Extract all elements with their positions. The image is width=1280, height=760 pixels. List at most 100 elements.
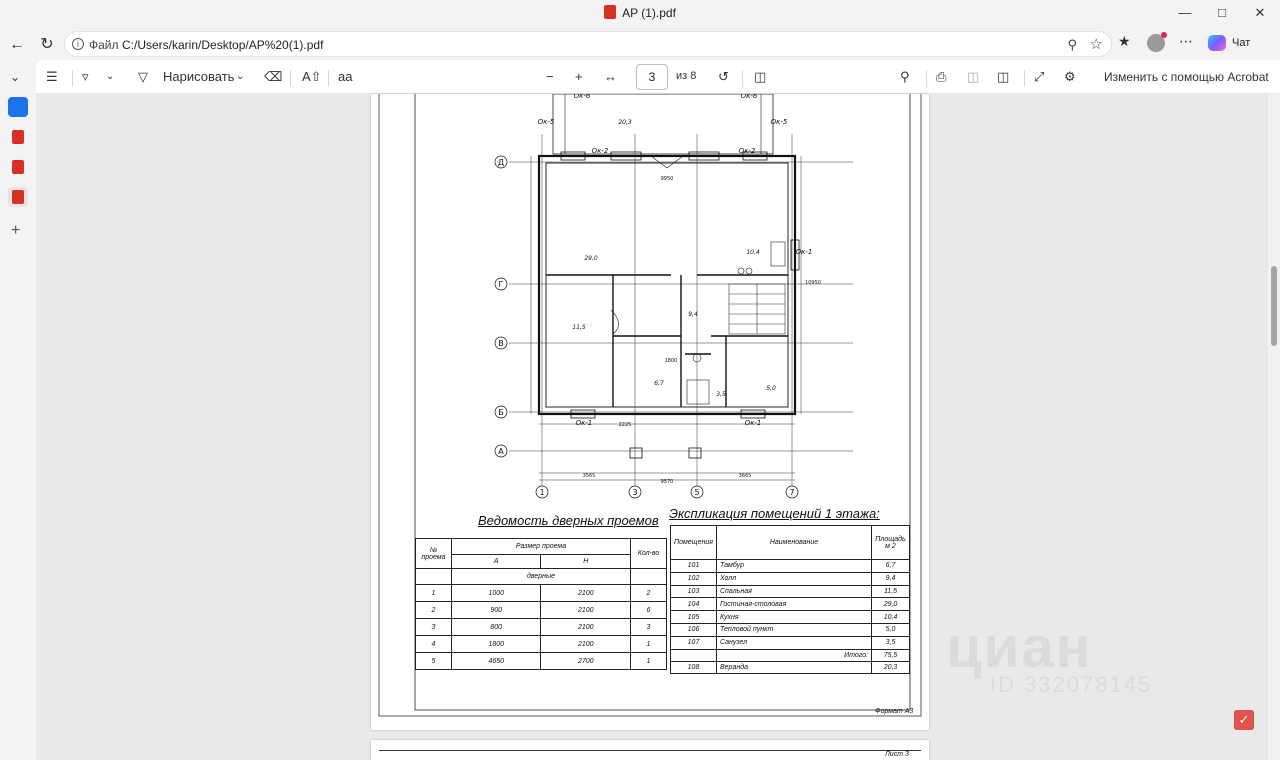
window-mark: Ок-5 — [771, 118, 788, 126]
rooms-total-label: Итого: — [716, 648, 872, 662]
zoom-icon[interactable]: ⚲ — [1067, 37, 1077, 53]
copilot-icon[interactable] — [1208, 35, 1226, 51]
chevron-down-icon[interactable]: ⌄ — [10, 70, 20, 84]
room-area-label: 3,5 — [716, 391, 726, 398]
page-number-input[interactable]: 3 — [636, 64, 668, 90]
more-icon[interactable]: ⋯ — [1179, 33, 1193, 50]
doors-cell-num: 1 — [415, 584, 452, 602]
grid-row-label: В — [498, 339, 504, 348]
maximize-button[interactable]: □ — [1212, 4, 1232, 22]
doors-cell-num: 2 — [415, 601, 452, 619]
draw-button[interactable]: Нарисовать — [163, 69, 234, 84]
divider — [290, 70, 291, 86]
avatar[interactable] — [1147, 32, 1167, 52]
chevron-down-icon[interactable]: ⌄ — [106, 71, 114, 82]
tab-pdf-1[interactable] — [8, 127, 28, 147]
translate-icon[interactable]: aа — [338, 69, 352, 84]
info-icon[interactable]: i — [72, 38, 84, 50]
back-arrow-icon[interactable]: ← — [6, 34, 28, 56]
window-mark: Ок-1 — [745, 419, 762, 427]
title-bar: AP (1).pdf — □ ✕ — [0, 0, 1280, 28]
doors-cell-h: 2100 — [540, 584, 631, 602]
divider — [72, 70, 73, 86]
dimension-label: 10950 — [805, 280, 821, 286]
fit-page-icon[interactable]: ↔ — [604, 69, 617, 84]
print-icon[interactable]: ⎙ — [936, 69, 946, 85]
watermark-brand: циан — [946, 615, 1093, 680]
grid-col-label: 7 — [789, 488, 794, 497]
scrollbar[interactable] — [1268, 94, 1280, 760]
room-area-label: 20,3 — [618, 119, 632, 126]
page-frame-line — [379, 750, 921, 751]
rooms-cell-name: Санузел — [716, 635, 872, 650]
rooms-table: Помещения Наименование Площадь м 2 101 Та… — [670, 525, 910, 674]
search-icon[interactable]: ⚲ — [900, 69, 910, 85]
chevron-down-icon[interactable]: ⌄ — [236, 71, 244, 82]
rooms-cell-name: Спальная — [716, 584, 872, 599]
rooms-cell-name: Кухня — [716, 610, 872, 624]
doors-cell-num: 5 — [415, 652, 452, 670]
grid-row-label: Б — [498, 408, 504, 417]
divider — [926, 70, 927, 86]
doors-schedule-title: Ведомость дверных проемов — [478, 513, 659, 528]
expand-icon[interactable]: ⤢ — [1034, 69, 1044, 85]
window-mark: Ок-6 — [741, 94, 758, 100]
rotate-icon[interactable]: ↺ — [718, 69, 729, 85]
favorite-star-icon[interactable]: ☆ — [1090, 35, 1103, 53]
rooms-cell-num: 103 — [670, 584, 717, 599]
doors-cell-h: 2100 — [540, 618, 631, 636]
chat-label[interactable]: Чат — [1232, 37, 1250, 49]
save-as-icon[interactable]: ◫ — [997, 69, 1009, 85]
save-icon[interactable]: ◫ — [967, 69, 979, 85]
window-mark: Ок-2 — [592, 147, 609, 155]
draw-icon[interactable]: ▽ — [138, 69, 148, 85]
tab-active[interactable] — [8, 97, 28, 117]
room-area-label: 5,0 — [766, 385, 776, 392]
address-url[interactable]: C:/Users/karin/Desktop/AP%20(1).pdf — [122, 38, 323, 52]
grid-col-label: 3 — [632, 488, 637, 497]
settings-icon[interactable]: ⚙ — [1064, 69, 1076, 85]
tab-pdf-2[interactable] — [8, 157, 28, 177]
doors-table: № проема Размер проема Кол-во А Н дверны… — [415, 538, 667, 670]
rooms-head-name: Наименование — [716, 525, 872, 560]
rooms-cell-area: 11,5 — [871, 584, 910, 599]
window-mark: Ок-5 — [538, 118, 555, 126]
pdf-toolbar: ☰ ▿ ⌄ ▽ Нарисовать ⌄ ⌫ A⇧ aа − + ↔ 3 из … — [36, 60, 1280, 94]
new-tab-icon[interactable]: + — [11, 222, 20, 240]
notification-dot — [1161, 32, 1167, 38]
table-row: 103 Спальная 11,5 — [670, 584, 910, 599]
tab-pdf-3[interactable] — [8, 187, 28, 207]
doors-cell-a: 1000 — [450, 584, 542, 602]
divider — [328, 70, 329, 86]
pdf-page: Д Г В Б А 1 3 5 7 Ок-2 Ок-2 Ок-1 Ок-1 Ок-5 Ок-5 Ок-6 Ок-… — [371, 94, 929, 730]
doors-cell-h: 2100 — [540, 635, 631, 653]
address-bar[interactable]: i Файл C:/Users/karin/Desktop/AP%20(1).p… — [64, 31, 1112, 57]
scrollbar-thumb[interactable] — [1271, 266, 1277, 346]
favorites-icon[interactable]: ★ — [1118, 33, 1131, 50]
refresh-icon[interactable]: ↻ — [36, 34, 58, 56]
doors-head-num: № проема — [415, 538, 452, 569]
zoom-out-icon[interactable]: − — [546, 69, 554, 84]
close-button[interactable]: ✕ — [1250, 4, 1270, 22]
room-area-label: 10,4 — [746, 249, 760, 256]
zoom-in-icon[interactable]: + — [575, 69, 583, 84]
minimize-button[interactable]: — — [1175, 4, 1195, 22]
contents-icon[interactable]: ☰ — [46, 69, 58, 85]
read-aloud-icon[interactable]: A⇧ — [302, 69, 322, 85]
doors-cell-a: 800 — [450, 618, 542, 636]
page-view-icon[interactable]: ◫ — [754, 69, 766, 85]
rooms-schedule-title: Экспликация помещений 1 этажа: — [669, 506, 880, 521]
acrobat-icon[interactable]: ✓ — [1234, 710, 1254, 730]
doors-head-h: Н — [540, 554, 631, 569]
room-area-label: 6,7 — [654, 380, 664, 387]
table-row: 102 Холл 9,4 — [670, 571, 910, 586]
window-title: AP (1).pdf — [0, 5, 1280, 20]
rooms-cell-area: 29,0 — [871, 597, 910, 612]
pdf-file-icon — [12, 130, 24, 144]
edit-with-acrobat-button[interactable]: Изменить с помощью Acrobat — [1104, 70, 1269, 84]
address-scheme: Файл — [89, 38, 119, 52]
eraser-icon[interactable]: ⌫ — [264, 69, 282, 85]
rooms-cell-area: 5,0 — [871, 622, 910, 637]
doors-cell-qty: 6 — [630, 601, 667, 619]
highlight-icon[interactable]: ▿ — [82, 69, 89, 85]
